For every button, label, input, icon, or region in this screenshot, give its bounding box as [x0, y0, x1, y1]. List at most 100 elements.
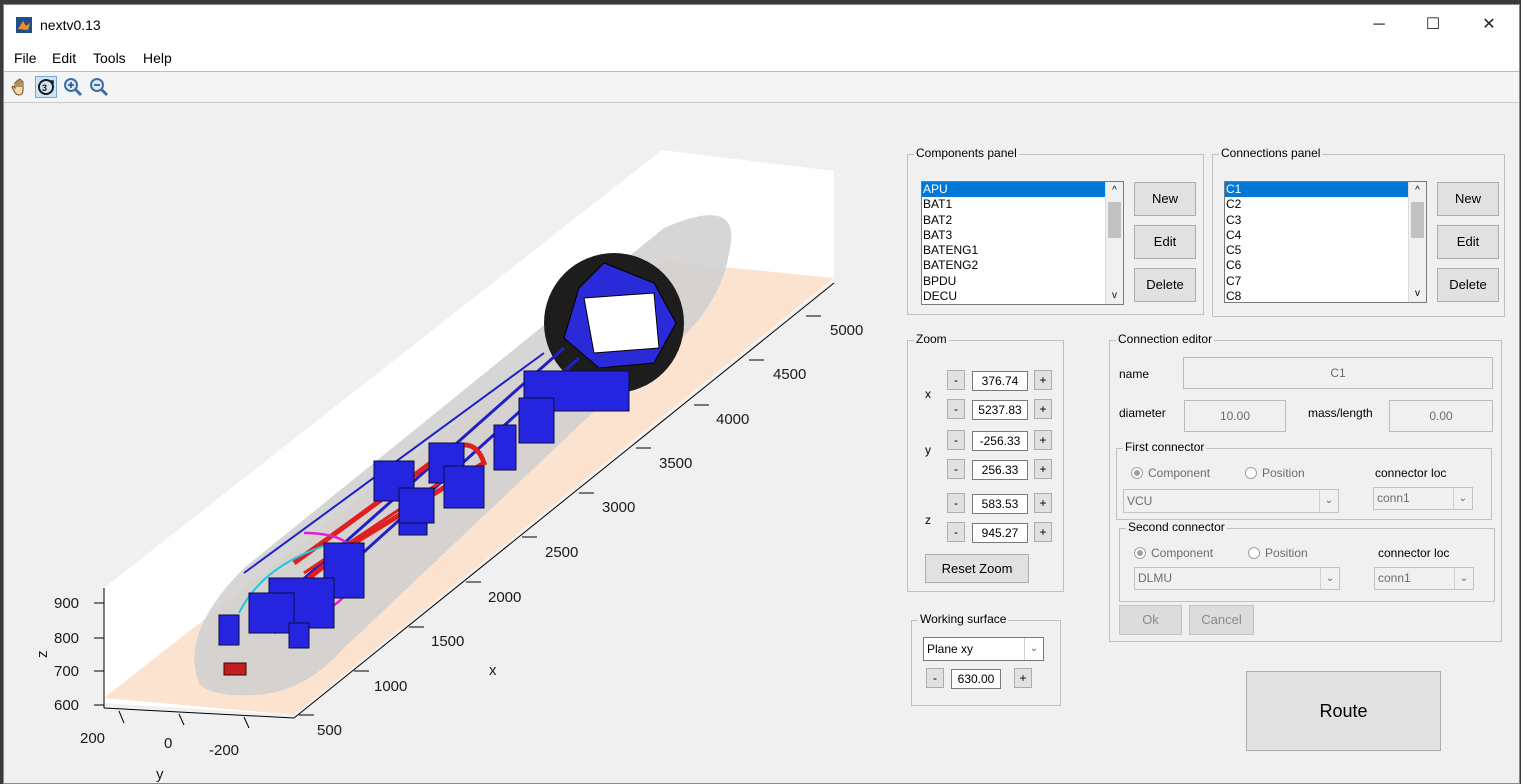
x-tick-5000: 5000 — [830, 322, 863, 339]
first-component-radio[interactable]: Component — [1131, 466, 1210, 480]
x-axis-label: x — [489, 662, 497, 679]
surface-minus-button[interactable]: - — [926, 668, 944, 688]
connections-scrollbar[interactable]: ^ v — [1408, 182, 1426, 302]
first-position-radio[interactable]: Position — [1245, 466, 1305, 480]
x-tick-2000: 2000 — [488, 589, 521, 606]
first-loc-select[interactable]: conn1 ⌄ — [1373, 487, 1473, 510]
x-min-minus-button[interactable]: - — [947, 370, 965, 390]
scroll-thumb[interactable] — [1411, 202, 1424, 238]
scroll-down-icon[interactable]: v — [1409, 285, 1426, 302]
list-item[interactable]: BAT2 — [922, 213, 1123, 228]
maximize-button[interactable]: ☐ — [1410, 11, 1456, 39]
first-loc-label: connector loc — [1375, 466, 1447, 480]
matlab-icon — [16, 17, 32, 33]
z-min-minus-button[interactable]: - — [947, 493, 965, 513]
zoom-z-label: z — [925, 513, 931, 527]
app-window: nextv0.13 ─ ☐ ✕ File Edit Tools Help 3 9… — [3, 4, 1520, 784]
list-item[interactable]: BAT1 — [922, 197, 1123, 212]
diameter-field[interactable]: 10.00 — [1184, 400, 1286, 432]
minimize-button[interactable]: ─ — [1356, 11, 1402, 39]
first-connector-title: First connector — [1123, 440, 1207, 454]
x-min-field[interactable]: 376.74 — [972, 371, 1028, 391]
y-max-minus-button[interactable]: - — [947, 459, 965, 479]
second-position-label: Position — [1265, 546, 1308, 560]
x-max-minus-button[interactable]: - — [947, 399, 965, 419]
pan-hand-icon[interactable] — [9, 76, 31, 98]
surface-value-field[interactable]: 630.00 — [951, 669, 1001, 689]
3d-plot[interactable]: 900 800 700 600 z 200 0 -200 y 500 1000 … — [4, 103, 904, 783]
z-max-field[interactable]: 945.27 — [972, 523, 1028, 543]
components-list[interactable]: APU BAT1 BAT2 BAT3 BATENG1 BATENG2 BPDU … — [921, 181, 1124, 305]
component-delete-button[interactable]: Delete — [1134, 268, 1196, 302]
mass-length-field[interactable]: 0.00 — [1389, 400, 1493, 432]
scroll-thumb[interactable] — [1108, 202, 1121, 238]
x-max-plus-button[interactable]: + — [1034, 399, 1052, 419]
component-edit-button[interactable]: Edit — [1134, 225, 1196, 259]
route-button[interactable]: Route — [1246, 671, 1441, 751]
y-min-minus-button[interactable]: - — [947, 430, 965, 450]
list-item[interactable]: C8 — [1225, 289, 1426, 302]
radio-dot — [1245, 467, 1257, 479]
y-max-plus-button[interactable]: + — [1034, 459, 1052, 479]
x-tick-1000: 1000 — [374, 678, 407, 695]
cancel-button[interactable]: Cancel — [1189, 605, 1254, 635]
ok-button[interactable]: Ok — [1119, 605, 1182, 635]
zoom-in-icon[interactable] — [62, 76, 84, 98]
close-button[interactable]: ✕ — [1466, 11, 1512, 39]
z-min-field[interactable]: 583.53 — [972, 494, 1028, 514]
list-item[interactable]: BAT3 — [922, 228, 1123, 243]
first-component-select[interactable]: VCU ⌄ — [1123, 489, 1339, 513]
reset-zoom-button[interactable]: Reset Zoom — [925, 554, 1029, 583]
surface-plus-button[interactable]: + — [1014, 668, 1032, 688]
list-item[interactable]: C2 — [1225, 197, 1426, 212]
list-item[interactable]: C4 — [1225, 228, 1426, 243]
zoom-out-icon[interactable] — [88, 76, 110, 98]
z-max-plus-button[interactable]: + — [1034, 522, 1052, 542]
x-max-field[interactable]: 5237.83 — [972, 400, 1028, 420]
second-position-radio[interactable]: Position — [1248, 546, 1308, 560]
z-min-plus-button[interactable]: + — [1034, 493, 1052, 513]
list-item[interactable]: APU — [922, 182, 1123, 198]
connection-delete-button[interactable]: Delete — [1437, 268, 1499, 302]
list-item[interactable]: BPDU — [922, 274, 1123, 289]
svg-text:3: 3 — [42, 83, 47, 93]
connection-name-field[interactable]: C1 — [1183, 357, 1493, 389]
second-connector-title: Second connector — [1126, 520, 1227, 534]
list-item[interactable]: C7 — [1225, 274, 1426, 289]
z-max-minus-button[interactable]: - — [947, 522, 965, 542]
second-loc-select[interactable]: conn1 ⌄ — [1374, 567, 1474, 590]
y-min-field[interactable]: -256.33 — [972, 431, 1028, 451]
components-scrollbar[interactable]: ^ v — [1105, 182, 1123, 304]
menu-tools[interactable]: Tools — [93, 50, 126, 66]
x-min-plus-button[interactable]: + — [1034, 370, 1052, 390]
chevron-down-icon: ⌄ — [1320, 568, 1339, 589]
menu-edit[interactable]: Edit — [52, 50, 76, 66]
connection-edit-button[interactable]: Edit — [1437, 225, 1499, 259]
connection-new-button[interactable]: New — [1437, 182, 1499, 216]
second-component-select[interactable]: DLMU ⌄ — [1134, 567, 1340, 590]
second-component-radio[interactable]: Component — [1134, 546, 1213, 560]
second-loc-select-value: conn1 — [1378, 571, 1411, 585]
x-tick-2500: 2500 — [545, 544, 578, 561]
y-min-plus-button[interactable]: + — [1034, 430, 1052, 450]
list-item[interactable]: C6 — [1225, 258, 1426, 273]
first-component-label: Component — [1148, 466, 1211, 480]
list-item[interactable]: BATENG2 — [922, 258, 1123, 273]
plane-select[interactable]: Plane xy ⌄ — [923, 637, 1044, 661]
list-item[interactable]: C5 — [1225, 243, 1426, 258]
menu-help[interactable]: Help — [143, 50, 172, 66]
scroll-up-icon[interactable]: ^ — [1106, 182, 1123, 199]
list-item[interactable]: DECU — [922, 289, 1123, 304]
x-tick-1500: 1500 — [431, 633, 464, 650]
list-item[interactable]: C3 — [1225, 213, 1426, 228]
menu-file[interactable]: File — [14, 50, 37, 66]
rotate-3d-button[interactable]: 3 — [35, 76, 57, 98]
list-item[interactable]: BATENG1 — [922, 243, 1123, 258]
scroll-up-icon[interactable]: ^ — [1409, 182, 1426, 199]
y-max-field[interactable]: 256.33 — [972, 460, 1028, 480]
component-new-button[interactable]: New — [1134, 182, 1196, 216]
scroll-down-icon[interactable]: v — [1106, 287, 1123, 304]
connections-list[interactable]: C1 C2 C3 C4 C5 C6 C7 C8 ^ v — [1224, 181, 1427, 303]
list-item[interactable]: C1 — [1225, 182, 1426, 198]
z-tick-600: 600 — [54, 697, 79, 714]
